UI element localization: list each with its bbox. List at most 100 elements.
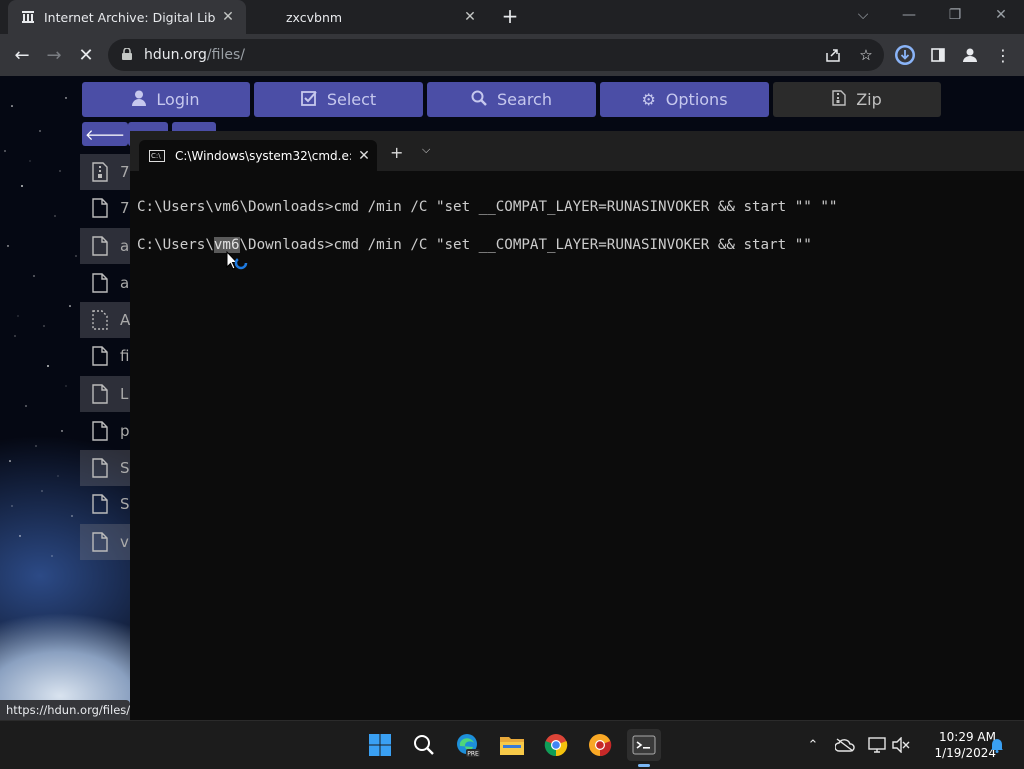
chevron-up-icon[interactable]: ⌃ [802,735,824,755]
options-label: Options [665,90,728,109]
new-tab-button[interactable]: + [498,4,522,28]
profile-avatar-icon[interactable] [957,42,983,68]
terminal-dropdown-icon[interactable]: ⌵ [422,143,430,157]
file-name: a [120,237,130,255]
list-item[interactable]: S [80,486,132,522]
list-item[interactable]: a [80,265,132,301]
file-icon [89,273,111,293]
list-item[interactable]: 7 [80,190,132,226]
file-name: S [120,495,130,513]
file-name: v [120,533,129,551]
clock-date: 1/19/2024 [934,746,996,760]
archive-icon [832,89,846,110]
terminal-tab-close-icon[interactable]: ✕ [351,148,377,164]
file-icon [89,494,111,514]
file-name: A [120,311,131,329]
terminal-tab-title: C:\Windows\system32\cmd.e: [175,148,351,163]
list-item[interactable]: p [80,413,132,449]
file-explorer-icon[interactable] [495,729,529,761]
login-label: Login [156,90,200,109]
file-icon [89,198,111,218]
chrome-canary-icon[interactable] [583,729,617,761]
list-item[interactable]: fi [80,338,132,374]
line-suffix: \Downloads>cmd /min /C "set __COMPAT_LAY… [239,237,812,253]
clock-time: 10:29 AM [939,730,996,744]
edge-beta-icon[interactable]: PRE [451,729,485,761]
blank-favicon-icon [262,9,278,25]
side-panel-icon[interactable] [925,42,951,68]
file-name: p [120,422,130,440]
back-button[interactable]: ← [8,42,36,70]
windows-start-icon[interactable] [363,729,397,761]
tab-close-icon[interactable]: ✕ [216,9,240,25]
back-folder-button[interactable]: 🡐 [82,122,128,146]
file-name: 7 [120,163,130,181]
file-name: S [120,459,130,477]
file-zip-icon [89,162,111,182]
minimize-button[interactable]: — [886,0,932,30]
terminal-tabbar: C:\ C:\Windows\system32\cmd.e: ✕ + ⌵ [130,131,1024,171]
search-button[interactable]: Search [427,82,596,117]
terminal-tab-cmd[interactable]: C:\ C:\Windows\system32\cmd.e: ✕ [139,140,377,171]
file-icon [89,384,111,404]
search-label: Search [497,90,552,109]
svg-text:PRE: PRE [467,751,479,758]
list-item[interactable]: v [80,524,132,560]
file-name: 7 [120,199,130,217]
mouse-busy-cursor-icon [226,250,250,279]
file-dashed-icon [89,310,111,330]
user-icon [132,90,147,110]
address-bar[interactable]: hdun.org /files/ [108,39,884,71]
download-icon[interactable] [892,42,918,68]
stop-loading-button[interactable]: ✕ [72,42,100,70]
file-icon [89,236,111,256]
list-item[interactable]: S [80,450,132,486]
tab-internet-archive[interactable]: Internet Archive: Digital Library of ✕ [8,0,246,34]
onedrive-offline-icon[interactable] [834,735,856,755]
url-path: /files/ [206,47,245,63]
cmd-icon: C:\ [149,149,165,162]
system-clock[interactable]: 10:29 AM 1/19/2024 [916,729,996,761]
link-status-bubble: https://hdun.org/files/a [0,700,130,720]
chrome-icon[interactable] [539,729,573,761]
zip-button[interactable]: Zip [773,82,941,117]
search-icon [471,90,487,110]
browser-tabstrip: Internet Archive: Digital Library of ✕ z… [0,0,1024,34]
lock-icon [122,46,136,63]
file-icon [89,532,111,552]
terminal-new-tab-button[interactable]: + [390,143,403,162]
list-item[interactable]: a [80,228,132,264]
file-icon [89,346,111,366]
terminal-icon[interactable] [627,729,661,767]
volume-muted-icon[interactable] [890,735,912,755]
login-button[interactable]: Login [82,82,250,117]
tab-title: zxcvbnm [286,9,343,25]
file-name: a [120,274,130,292]
taskbar: PRE ⌃ 10:29 AM 1/19/2024 [0,720,1024,769]
share-icon[interactable] [820,42,846,68]
tab-close-icon[interactable]: ✕ [458,9,482,25]
browser-toolbar: ← → ✕ hdun.org /files/ ☆ ⋮ [0,34,1024,76]
list-item[interactable]: A [80,302,132,338]
list-item[interactable]: 7 [80,154,132,190]
bookmark-star-icon[interactable]: ☆ [853,42,879,68]
select-label: Select [326,90,377,109]
select-button[interactable]: Select [254,82,423,117]
options-button[interactable]: ⚙ Options [600,82,769,117]
close-window-button[interactable]: ✕ [978,0,1024,30]
restore-button[interactable]: ❐ [932,0,978,30]
forward-button[interactable]: → [40,42,68,70]
terminal-window[interactable]: C:\ C:\Windows\system32\cmd.e: ✕ + ⌵ C:\… [130,131,1024,720]
kebab-menu-icon[interactable]: ⋮ [990,42,1016,68]
list-item[interactable]: L [80,376,132,412]
search-icon[interactable] [407,729,441,761]
network-icon[interactable] [866,735,888,755]
checkbox-icon [300,90,317,110]
tab-search-dropdown-icon[interactable]: ⌵ [840,0,886,30]
tab-zxcvbnm[interactable]: zxcvbnm ✕ [250,0,488,34]
archive-favicon-icon [20,9,36,25]
tab-title: Internet Archive: Digital Library of [44,9,216,25]
file-icon [89,421,111,441]
bell-icon[interactable] [986,735,1008,755]
terminal-line-1[interactable]: C:\Users\vm6\Downloads>cmd /min /C "set … [137,199,837,215]
